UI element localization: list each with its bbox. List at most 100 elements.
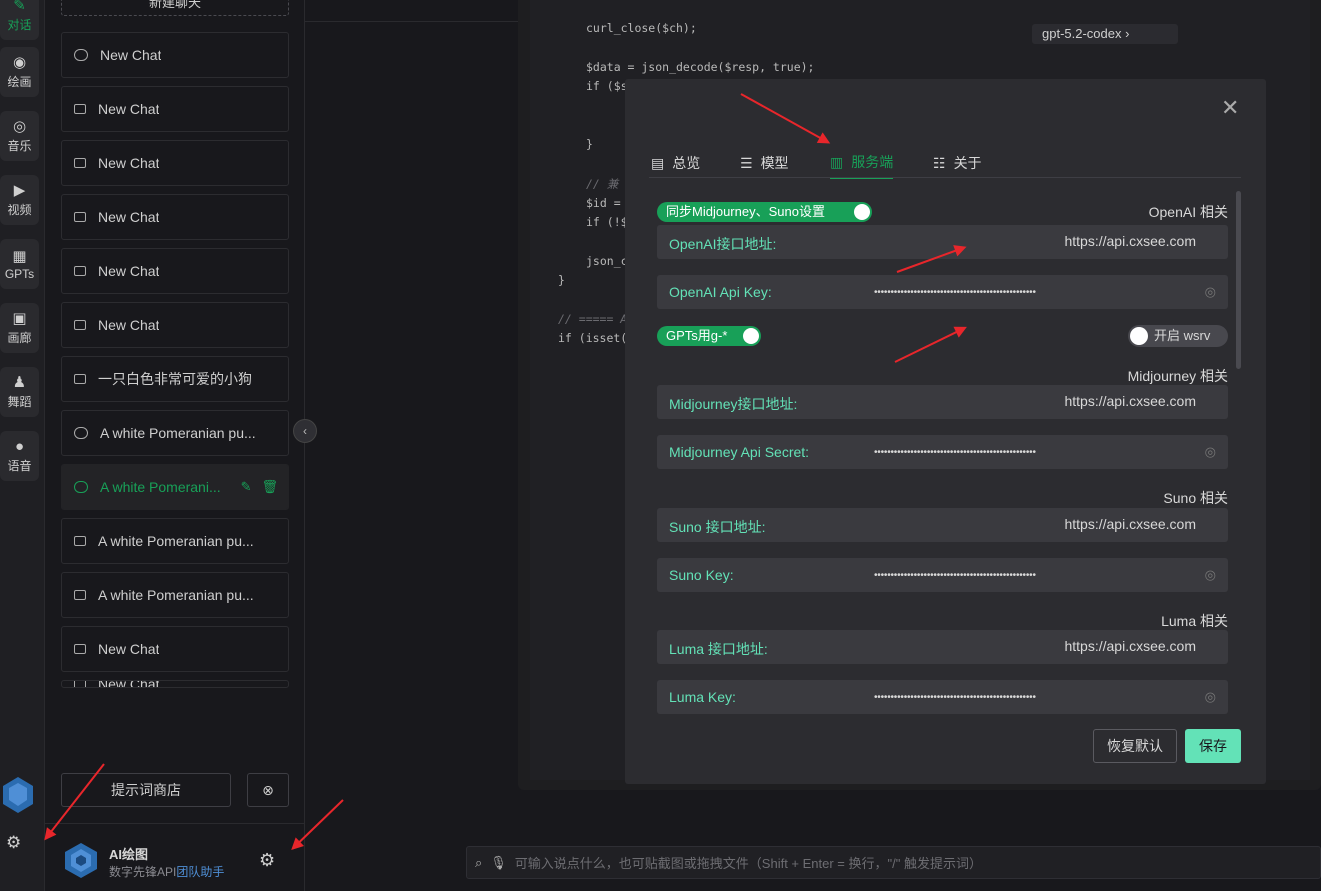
mj-url-label: Midjourney接口地址:: [669, 396, 798, 412]
tab-overview-label: 总览: [672, 155, 701, 171]
chat-bubble-icon: [74, 481, 88, 493]
gpts-g-toggle[interactable]: GPTs用g-*: [657, 326, 761, 346]
chat-list-item[interactable]: A white Pomerani... ✎ 🗑: [61, 464, 289, 510]
nav-item-label: 音乐: [7, 139, 32, 153]
nav-item-chat[interactable]: ✎ 对话: [0, 0, 39, 40]
chat-list-item[interactable]: New Chat: [61, 86, 289, 132]
user-settings-icon[interactable]: ⚙: [259, 850, 275, 871]
chat-list-item[interactable]: 一只白色非常可爱的小狗: [61, 356, 289, 402]
eye-off-icon[interactable]: ◎: [1205, 284, 1216, 300]
tab-models-label: 模型: [760, 155, 789, 171]
eye-off-icon[interactable]: ◎: [1205, 567, 1216, 583]
openai-url-label: OpenAI接口地址:: [669, 236, 777, 252]
chat-list-item[interactable]: New Chat: [61, 302, 289, 348]
collapse-sidebar-button[interactable]: ‹: [293, 419, 317, 443]
tab-overview[interactable]: ▤ 总览: [651, 147, 700, 179]
suno-key-field[interactable]: Suno Key: ••••••••••••••••••••••••••••••…: [657, 558, 1228, 592]
code-line: if (isset(: [558, 331, 628, 346]
left-nav: ✎ 对话 ◉ 绘画 ◎ 音乐 ▶ 视频 ▦ GPTs ▣ 画廊 ♟ 舞蹈 ● 语音: [0, 0, 45, 891]
dance-icon: ♟: [12, 374, 27, 391]
team-assistant-link[interactable]: 团队助手: [176, 865, 224, 879]
sync-toggle-label: 同步Midjourney、Suno设置: [666, 204, 825, 219]
code-line: }: [586, 137, 593, 152]
nav-item-label: 视频: [7, 203, 32, 217]
midjourney-section-title: Midjourney 相关: [1127, 368, 1228, 384]
luma-section-title: Luma 相关: [1161, 613, 1228, 629]
mj-url-field[interactable]: Midjourney接口地址: https://api.cxsee.com: [657, 385, 1228, 419]
prompt-store-button[interactable]: 提示词商店: [61, 773, 231, 807]
chat-list-item[interactable]: New Chat: [61, 140, 289, 186]
settings-icon[interactable]: ⚙: [6, 833, 21, 853]
luma-url-field[interactable]: Luma 接口地址: https://api.cxsee.com: [657, 630, 1228, 664]
grid-icon: ▦: [12, 247, 27, 265]
chat-list-item[interactable]: New Chat: [61, 248, 289, 294]
code-line: $id =: [586, 195, 621, 210]
chat-title: New Chat: [100, 47, 162, 63]
chat-bubble-icon: [74, 49, 88, 61]
chat-list-item[interactable]: A white Pomeranian pu...: [61, 410, 289, 456]
chat-title: New Chat: [98, 263, 160, 279]
mj-secret-field[interactable]: Midjourney Api Secret: •••••••••••••••••…: [657, 435, 1228, 469]
chat-box-icon: [74, 158, 86, 168]
mic-icon[interactable]: 🎙: [490, 855, 507, 871]
nav-item-label: 舞蹈: [7, 395, 32, 409]
server-icon: ▥: [830, 153, 844, 170]
chat-list-item[interactable]: A white Pomeranian pu...: [61, 572, 289, 618]
nav-item-dance[interactable]: ♟ 舞蹈: [0, 367, 39, 417]
toggle-knob: [1130, 327, 1148, 345]
chat-icon: ✎: [13, 0, 26, 14]
wsrv-toggle[interactable]: 开启 wsrv: [1128, 325, 1228, 347]
chat-box-icon: [74, 212, 86, 222]
chat-list-item[interactable]: A white Pomeranian pu...: [61, 518, 289, 564]
chat-list-item[interactable]: New Chat: [61, 32, 289, 78]
chat-list-item[interactable]: New Chat: [61, 194, 289, 240]
edit-icon[interactable]: ✎: [241, 479, 252, 495]
nav-item-mic[interactable]: ● 语音: [0, 431, 39, 481]
wsrv-toggle-label: 开启 wsrv: [1154, 328, 1211, 343]
attach-icon[interactable]: ⌕: [475, 855, 482, 871]
reset-default-button[interactable]: 恢复默认: [1093, 729, 1177, 763]
chat-list-item[interactable]: New Chat: [61, 680, 289, 688]
overview-icon: ▤: [651, 154, 665, 171]
chat-box-icon: [74, 644, 86, 654]
clear-chats-button[interactable]: ⊗: [247, 773, 289, 807]
sync-mj-suno-toggle[interactable]: 同步Midjourney、Suno设置: [657, 202, 872, 222]
tab-models[interactable]: ☰ 模型: [740, 147, 789, 179]
luma-key-field[interactable]: Luma Key: ••••••••••••••••••••••••••••••…: [657, 680, 1228, 714]
chat-box-icon: [74, 590, 86, 600]
nav-item-palette[interactable]: ◉ 绘画: [0, 47, 39, 97]
eye-off-icon[interactable]: ◎: [1205, 689, 1216, 705]
nav-item-image[interactable]: ▣ 画廊: [0, 303, 39, 353]
message-input[interactable]: ⌕ 🎙 可输入说点什么，也可贴截图或拖拽文件（Shift + Enter = 换…: [466, 846, 1321, 879]
modal-scrollbar[interactable]: [1236, 191, 1241, 369]
save-button[interactable]: 保存: [1185, 729, 1241, 763]
code-line: }: [558, 273, 565, 288]
suno-key-label: Suno Key:: [669, 567, 734, 583]
trash-icon[interactable]: 🗑: [261, 479, 278, 495]
nav-item-video[interactable]: ▶ 视频: [0, 175, 39, 225]
close-icon[interactable]: ✕: [1221, 95, 1239, 121]
close-circle-icon: ⊗: [262, 781, 274, 798]
model-tag[interactable]: gpt-5.2-codex ›: [1032, 24, 1178, 44]
code-line: // 兼: [586, 177, 619, 192]
tab-about[interactable]: ☷ 关于: [933, 147, 982, 179]
chat-box-icon: [74, 320, 86, 330]
tab-divider: [649, 177, 1241, 178]
nav-item-music[interactable]: ◎ 音乐: [0, 111, 39, 161]
suno-url-field[interactable]: Suno 接口地址: https://api.cxsee.com: [657, 508, 1228, 542]
nav-item-grid[interactable]: ▦ GPTs: [0, 239, 39, 289]
chat-list-item[interactable]: New Chat: [61, 626, 289, 672]
app-logo: [1, 775, 35, 815]
new-chat-button[interactable]: 新建聊天: [61, 0, 289, 16]
tab-server-label: 服务端: [851, 154, 894, 170]
chat-box-icon: [74, 104, 86, 114]
eye-off-icon[interactable]: ◎: [1205, 444, 1216, 460]
openai-key-field[interactable]: OpenAI Api Key: ••••••••••••••••••••••••…: [657, 275, 1228, 309]
gpts-toggle-label: GPTs用g-*: [666, 328, 728, 343]
tab-server[interactable]: ▥ 服务端: [830, 147, 894, 179]
nav-item-label: 绘画: [7, 75, 32, 89]
video-icon: ▶: [13, 182, 26, 199]
image-icon: ▣: [12, 310, 27, 327]
settings-list-icon: ☷: [933, 154, 946, 171]
code-line: curl_close($ch);: [586, 21, 697, 35]
